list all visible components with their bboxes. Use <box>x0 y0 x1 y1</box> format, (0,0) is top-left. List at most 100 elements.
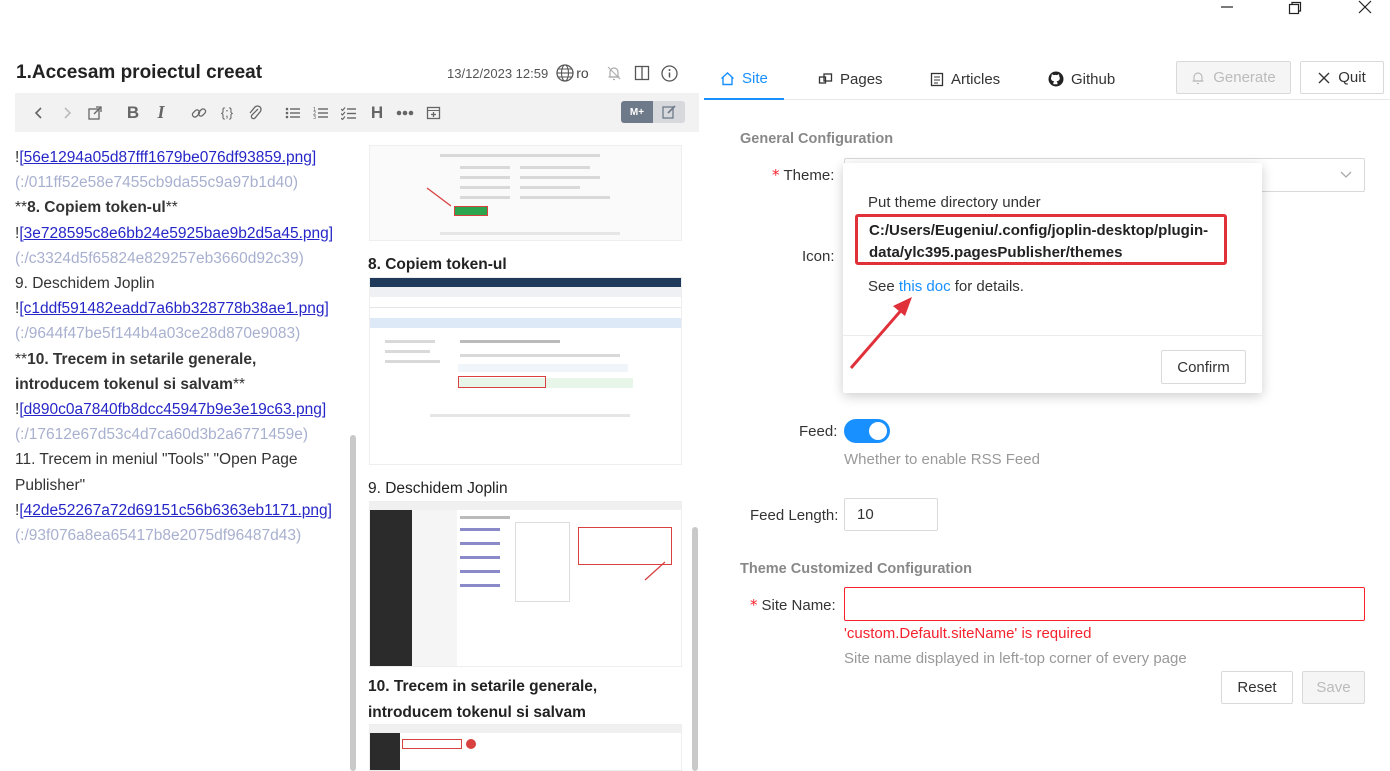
markdown-line: **10. Trecem in setarile generale, <box>15 347 345 372</box>
preview-scrollbar[interactable] <box>692 527 698 771</box>
save-button[interactable]: Save <box>1302 671 1365 704</box>
editor-scrollbar[interactable] <box>350 435 356 771</box>
preview-image-github-settings <box>369 277 682 465</box>
heading-button[interactable]: H <box>363 99 391 127</box>
markdown-toggle-button[interactable]: M+ <box>621 101 653 123</box>
site-name-label: * Site Name: <box>750 596 836 614</box>
site-name-error: 'custom.Default.siteName' is required <box>844 625 1092 642</box>
markdown-line: 11. Trecem in meniul "Tools" "Open Page <box>15 447 345 472</box>
theme-custom-heading: Theme Customized Configuration <box>740 561 972 577</box>
note-datetime: 13/12/2023 12:59 <box>447 65 549 81</box>
generate-button[interactable]: Generate <box>1176 61 1291 94</box>
feed-length-input[interactable]: 10 <box>844 498 938 531</box>
note-title[interactable]: 1.Accesam proiectul creeat <box>16 62 262 84</box>
markdown-line: (:/93f076a8ea65417b8e2075df96487d43) <box>15 523 345 548</box>
markdown-bold: introducem tokenul si salvam <box>15 375 233 393</box>
markdown-bold: 10. Trecem in setarile generale, <box>27 350 257 368</box>
markdown-line: (:/011ff52e58e7455cb9da55c9a97b1d40) <box>15 170 345 195</box>
markdown-bold: 8. Copiem token-ul <box>27 199 166 217</box>
home-icon <box>721 71 734 85</box>
layout-icon[interactable] <box>631 63 653 83</box>
markdown-prefix: ** <box>15 199 28 217</box>
horizontal-rule-icon[interactable] <box>391 99 419 127</box>
attachment-icon[interactable] <box>241 99 269 127</box>
theme-directory-path: C:/Users/Eugeniu/.config/joplin-desktop/… <box>855 214 1227 265</box>
external-edit-icon[interactable] <box>81 99 109 127</box>
markdown-line: 9. Deschidem Joplin <box>15 271 345 296</box>
quit-button[interactable]: Quit <box>1300 61 1384 94</box>
rich-text-toggle-button[interactable] <box>653 101 685 123</box>
doc-link[interactable]: this doc <box>899 278 951 295</box>
minimize-icon[interactable] <box>1202 0 1252 16</box>
preview-heading-8: 8. Copiem token-ul <box>368 256 507 273</box>
markdown-line: **8. Copiem token-ul** <box>15 195 345 220</box>
bell-icon <box>1192 72 1204 85</box>
edit-icon <box>662 105 676 119</box>
markdown-link[interactable]: [3e728595c8e6bb24e5925bae9b2d5a45.png] <box>19 225 333 242</box>
insert-date-icon[interactable] <box>419 99 447 127</box>
link-icon[interactable] <box>185 99 213 127</box>
close-icon <box>1318 72 1330 83</box>
site-name-input[interactable] <box>844 587 1365 621</box>
markdown-link[interactable]: [42de52267a72d69151c56b6363eb1171.png] <box>19 502 332 519</box>
markdown-line: (:/9644f47be5f144b4a03ce28d870e9083) <box>15 321 345 346</box>
code-icon[interactable]: {;} <box>213 99 241 127</box>
markdown-line: ![3e728595c8e6bb24e5925bae9b2d5a45.png] <box>15 221 345 246</box>
markdown-line: (:/17612e67d53c4d7ca60d3b2a6771459e) <box>15 422 345 447</box>
reset-button[interactable]: Reset <box>1221 671 1293 704</box>
bullet-list-icon[interactable] <box>279 99 307 127</box>
feed-switch[interactable] <box>844 419 890 443</box>
back-icon[interactable] <box>25 99 53 127</box>
markdown-line: introducem tokenul si salvam** <box>15 372 345 397</box>
markdown-gray: (:/93f076a8ea65417b8e2075df96487d43) <box>15 527 302 545</box>
markdown-gray: (:/c3324d5f65824e829257eb3660d92c39) <box>15 249 304 267</box>
feed-length-label: Feed Length: <box>750 507 839 524</box>
tab-github[interactable]: Github <box>1032 58 1131 100</box>
markdown-line: Publisher" <box>15 473 345 498</box>
markdown-text: 11. Trecem in meniul "Tools" "Open Page <box>15 451 298 469</box>
checklist-icon[interactable] <box>335 99 363 127</box>
icon-label: Icon: <box>802 248 835 265</box>
info-icon[interactable] <box>659 63 681 83</box>
globe-icon[interactable] <box>554 63 576 83</box>
svg-text:3: 3 <box>313 115 316 120</box>
markdown-suffix: ** <box>165 199 178 217</box>
preview-image-settings <box>369 724 682 771</box>
tab-pages[interactable]: Pages <box>802 58 899 100</box>
preview-image-token-page <box>369 145 682 241</box>
numbered-list-icon[interactable]: 123 <box>307 99 335 127</box>
markdown-line: ![56e1294a05d87fff1679be076df93859.png] <box>15 145 345 170</box>
italic-button[interactable]: I <box>147 99 175 127</box>
article-icon <box>930 72 944 86</box>
markdown-link[interactable]: [c1ddf591482eadd7a6bb328778b38ae1.png] <box>19 300 328 317</box>
markdown-gray: (:/011ff52e58e7455cb9da55c9a97b1d40) <box>15 174 298 192</box>
markdown-gray: (:/17612e67d53c4d7ca60d3b2a6771459e) <box>15 426 309 444</box>
general-config-heading: General Configuration <box>740 131 894 147</box>
markdown-line: ![d890c0a7840fb8dcc45947b9e3e19c63.png] <box>15 397 345 422</box>
spellcheck-language[interactable]: ro <box>576 65 588 81</box>
tab-articles[interactable]: Articles <box>914 58 1016 100</box>
preview-heading-10a: 10. Trecem in setarile generale, <box>368 678 598 695</box>
close-icon[interactable] <box>1340 0 1390 16</box>
markdown-line: ![c1ddf591482eadd7a6bb328778b38ae1.png] <box>15 296 345 321</box>
theme-label: * Theme: <box>772 166 835 184</box>
app-window: 1.Accesam proiectul creeat 13/12/2023 12… <box>0 0 1390 771</box>
feed-label: Feed: <box>799 423 838 440</box>
github-icon <box>1048 71 1064 87</box>
restore-icon[interactable] <box>1270 0 1320 16</box>
markdown-editor[interactable]: ![56e1294a05d87fff1679be076df93859.png] (… <box>15 145 345 548</box>
forward-icon[interactable] <box>53 99 81 127</box>
tab-site[interactable]: Site <box>704 58 784 100</box>
confirm-button[interactable]: Confirm <box>1161 350 1246 384</box>
markdown-text: Publisher" <box>15 476 86 494</box>
markdown-link[interactable]: [56e1294a05d87fff1679be076df93859.png] <box>19 149 316 166</box>
alarm-icon[interactable] <box>603 63 625 83</box>
note-meta: 13/12/2023 12:59 ro <box>447 63 681 83</box>
editor-layout-toggle: M+ <box>621 101 685 123</box>
bold-button[interactable]: B <box>119 99 147 127</box>
popover-divider <box>843 335 1262 336</box>
feed-hint: Whether to enable RSS Feed <box>844 451 1040 468</box>
markdown-prefix: ** <box>15 350 28 368</box>
markdown-suffix: ** <box>232 375 246 393</box>
markdown-link[interactable]: [d890c0a7840fb8dcc45947b9e3e19c63.png] <box>19 401 326 418</box>
